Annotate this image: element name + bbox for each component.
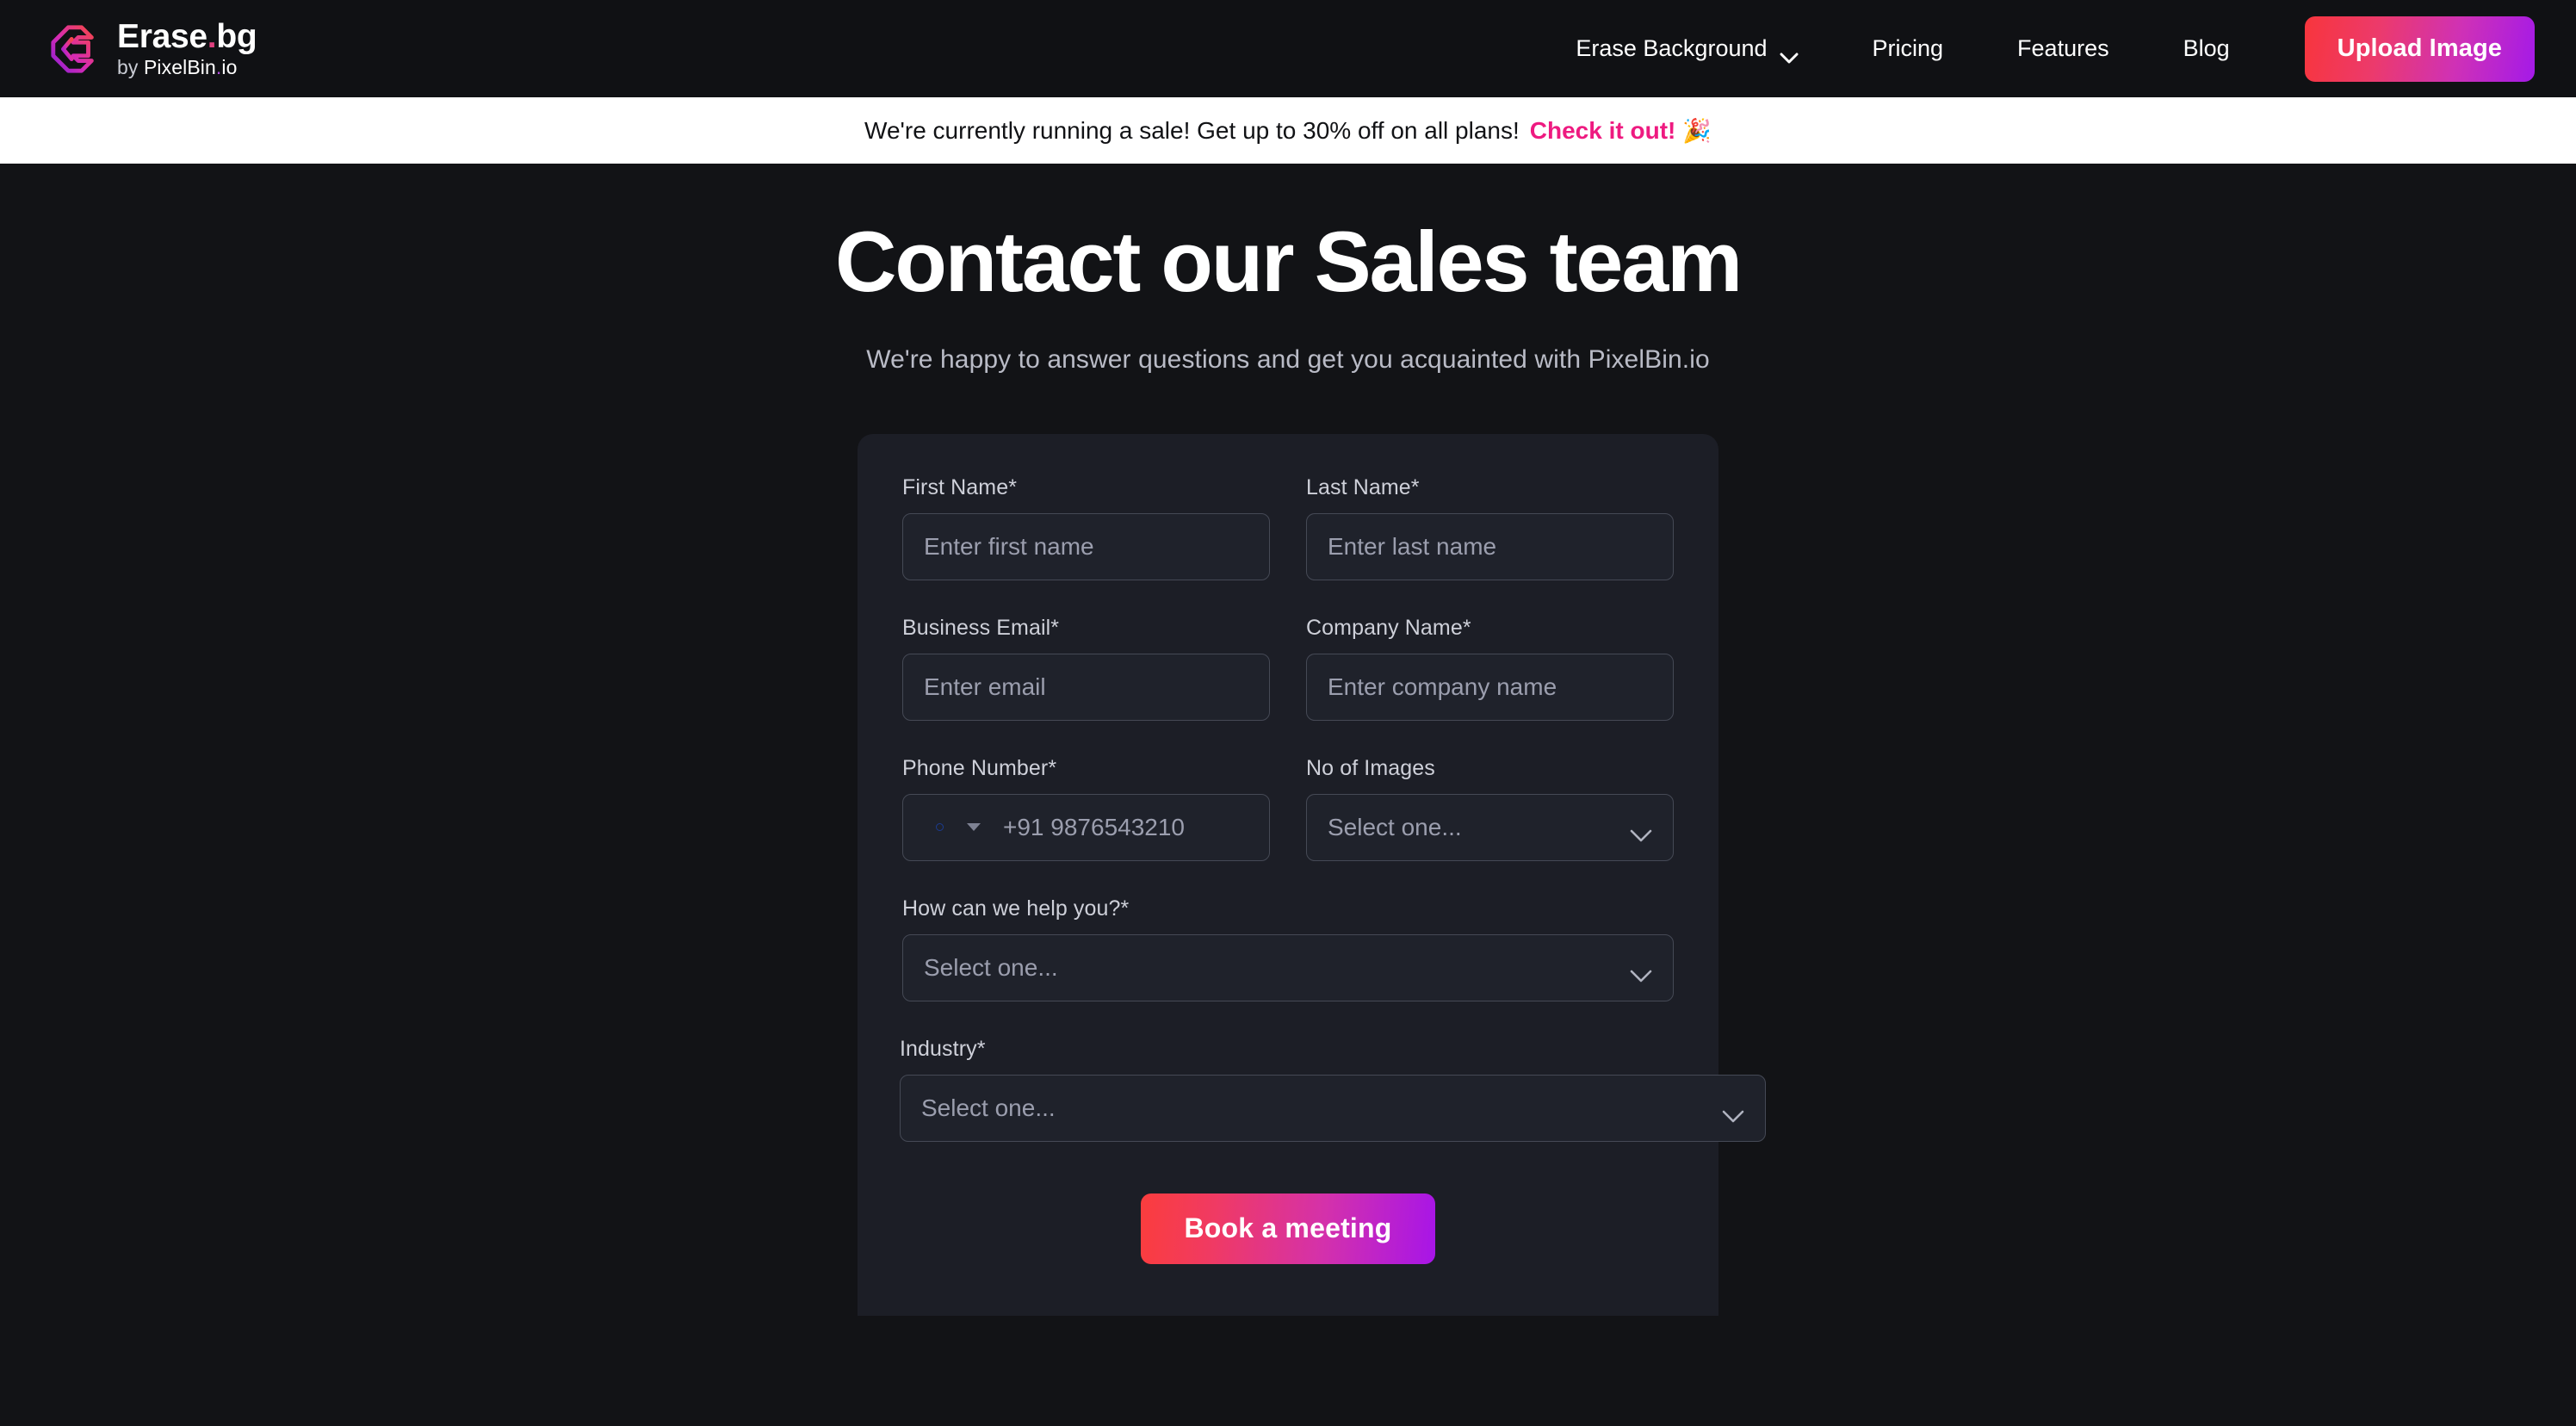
sale-banner-text: We're currently running a sale! Get up t…: [864, 116, 1520, 144]
company-name-label: Company Name*: [1306, 615, 1471, 640]
brand-wordmark: Erase.bg by PixelBin.io: [117, 20, 257, 78]
primary-navigation: Erase Background Pricing Features Blog U…: [1539, 16, 2535, 82]
erasebg-diamond-logo-icon: [48, 22, 102, 76]
field-last-name: Last Name*: [1306, 475, 1674, 580]
last-name-input[interactable]: [1306, 512, 1674, 580]
form-row-names: First Name* Last Name*: [902, 475, 1674, 580]
brand-subtitle: by PixelBin.io: [117, 56, 238, 78]
india-flag-icon[interactable]: [922, 815, 957, 840]
upload-image-button[interactable]: Upload Image: [2304, 16, 2535, 82]
caret-down-icon[interactable]: [967, 823, 981, 832]
no-of-images-label: No of Images: [1306, 755, 1435, 780]
first-name-label: First Name*: [902, 474, 1018, 499]
form-row-email-company: Business Email* Company Name*: [902, 616, 1674, 721]
form-row-phone-images: Phone Number* +91 9876543210 No of Image…: [902, 756, 1674, 861]
last-name-label: Last Name*: [1306, 474, 1420, 499]
field-industry: Industry* Select one...: [900, 1036, 1766, 1142]
industry-label: Industry*: [900, 1036, 986, 1061]
nav-item-features[interactable]: Features: [1980, 35, 2146, 62]
nav-item-pricing[interactable]: Pricing: [1836, 35, 1981, 62]
nav-item-label: Erase Background: [1576, 35, 1768, 61]
how-can-we-help-label: How can we help you?*: [902, 896, 1130, 921]
how-can-we-help-select[interactable]: Select one...: [902, 933, 1674, 1001]
field-first-name: First Name*: [902, 475, 1270, 580]
sale-banner-link[interactable]: Check it out!: [1530, 117, 1676, 145]
industry-select[interactable]: Select one...: [900, 1074, 1766, 1142]
business-email-label: Business Email*: [902, 615, 1060, 640]
field-company-name: Company Name*: [1306, 616, 1674, 721]
site-header: Erase.bg by PixelBin.io Erase Background…: [0, 0, 2576, 97]
business-email-input[interactable]: [902, 653, 1270, 721]
main-content: Contact our Sales team We're happy to an…: [0, 164, 2576, 1426]
first-name-input[interactable]: [902, 512, 1270, 580]
party-popper-icon: 🎉: [1682, 117, 1712, 144]
book-a-meeting-button[interactable]: Book a meeting: [1141, 1193, 1435, 1264]
phone-number-input[interactable]: +91 9876543210: [902, 793, 1270, 861]
company-name-input[interactable]: [1306, 653, 1674, 721]
chevron-down-icon: [1630, 961, 1652, 983]
chevron-down-icon: [1722, 1101, 1744, 1123]
no-of-images-value: Select one...: [1328, 813, 1462, 840]
phone-number-label: Phone Number*: [902, 755, 1057, 780]
nav-item-label: Blog: [2183, 35, 2230, 61]
field-no-of-images: No of Images Select one...: [1306, 756, 1674, 861]
nav-item-erase-background[interactable]: Erase Background: [1539, 35, 1835, 64]
no-of-images-select[interactable]: Select one...: [1306, 793, 1674, 861]
brand-logo-link[interactable]: Erase.bg by PixelBin.io: [48, 20, 257, 78]
brand-title: Erase.bg: [117, 18, 257, 55]
industry-value: Select one...: [921, 1094, 1056, 1121]
page-subtitle: We're happy to answer questions and get …: [866, 344, 1710, 374]
contact-sales-form-card: First Name* Last Name* Business Email* C…: [858, 433, 1766, 1316]
nav-item-label: Features: [2017, 35, 2109, 61]
nav-item-blog[interactable]: Blog: [2146, 35, 2267, 62]
nav-item-label: Pricing: [1872, 35, 1944, 61]
page-title: Contact our Sales team: [835, 214, 1743, 309]
field-business-email: Business Email*: [902, 616, 1270, 721]
sale-banner: We're currently running a sale! Get up t…: [0, 97, 2576, 164]
chevron-down-icon: [1630, 821, 1652, 842]
chevron-down-icon: [1780, 43, 1799, 64]
field-phone-number: Phone Number* +91 9876543210: [902, 756, 1270, 861]
phone-number-placeholder: +91 9876543210: [1003, 813, 1185, 840]
field-how-can-we-help: How can we help you?* Select one...: [902, 896, 1674, 1001]
submit-row: Book a meeting: [902, 1193, 1674, 1264]
how-can-we-help-value: Select one...: [924, 953, 1058, 981]
